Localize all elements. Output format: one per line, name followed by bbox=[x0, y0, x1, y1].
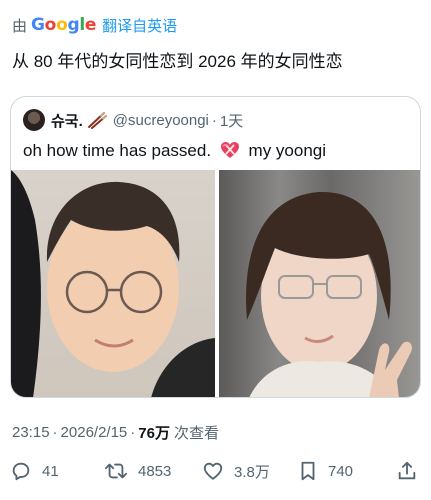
photo-right-illustration bbox=[246, 191, 412, 397]
post-date[interactable]: 2026/2/15 bbox=[61, 424, 128, 441]
reply-button[interactable]: 41 bbox=[10, 456, 59, 486]
meta-separator: · bbox=[52, 424, 58, 441]
google-letter-g: G bbox=[31, 15, 45, 35]
quoted-photo-right[interactable] bbox=[219, 170, 420, 397]
quoted-tweet-card[interactable]: 슈국. @sucreyoongi · 1天 oh how time has pa… bbox=[10, 96, 421, 398]
reply-count: 41 bbox=[42, 462, 59, 480]
tweet-text: 从 80 年代的女同性恋到 2026 年的女同性恋 bbox=[12, 52, 343, 71]
quoted-photo-left[interactable] bbox=[11, 170, 215, 397]
quoted-tweet-header: 슈국. @sucreyoongi · 1天 bbox=[23, 109, 243, 131]
post-time[interactable]: 23:15 bbox=[12, 424, 50, 441]
bookmark-icon bbox=[301, 461, 315, 481]
views-label: 次查看 bbox=[173, 425, 219, 442]
header-separator: · bbox=[211, 111, 217, 129]
repost-icon bbox=[104, 463, 127, 479]
like-count: 3.8万 bbox=[234, 463, 270, 481]
quoted-tweet-time[interactable]: 1天 bbox=[220, 110, 243, 131]
repost-button[interactable]: 4853 bbox=[104, 456, 171, 486]
google-letter-o2: o bbox=[56, 15, 68, 35]
heart-ribbon-emoji-icon bbox=[220, 141, 240, 166]
google-logo: Google bbox=[31, 15, 96, 35]
translation-by-label: 由 bbox=[12, 17, 28, 35]
translated-from-link[interactable]: 翻译自英语 bbox=[102, 15, 177, 36]
bookmark-count: 740 bbox=[328, 462, 354, 480]
google-letter-e: e bbox=[84, 15, 97, 35]
quoted-author-name[interactable]: 슈국. bbox=[51, 110, 83, 131]
meta-separator-2: · bbox=[130, 424, 136, 441]
like-button[interactable]: 3.8万 bbox=[202, 456, 270, 486]
reply-icon bbox=[12, 462, 30, 481]
photo-left-illustration bbox=[11, 170, 215, 397]
views-count[interactable]: 76万 bbox=[138, 422, 170, 443]
avatar[interactable] bbox=[23, 109, 45, 131]
quoted-tweet-text: oh how time has passed. my yoongi bbox=[23, 139, 326, 166]
chopsticks-emoji-icon bbox=[87, 111, 107, 129]
action-bar: 41 4853 3.8万 740 bbox=[0, 456, 431, 486]
repost-count: 4853 bbox=[138, 462, 172, 480]
quoted-text-part-1: oh how time has passed. bbox=[23, 141, 212, 160]
quoted-text-part-2: my yoongi bbox=[248, 141, 327, 160]
share-button[interactable] bbox=[396, 456, 428, 486]
google-letter-o1: o bbox=[44, 15, 57, 35]
bookmark-button[interactable]: 740 bbox=[298, 456, 353, 486]
share-icon bbox=[398, 461, 416, 480]
heart-icon bbox=[203, 462, 223, 480]
quoted-author-handle[interactable]: @sucreyoongi bbox=[113, 112, 209, 129]
tweet-meta: 23:15 · 2026/2/15 · 76万 次查看 bbox=[12, 422, 219, 443]
google-letter-g2: g bbox=[67, 15, 80, 35]
translation-attribution: 由 Google 翻译自英语 bbox=[12, 14, 177, 36]
